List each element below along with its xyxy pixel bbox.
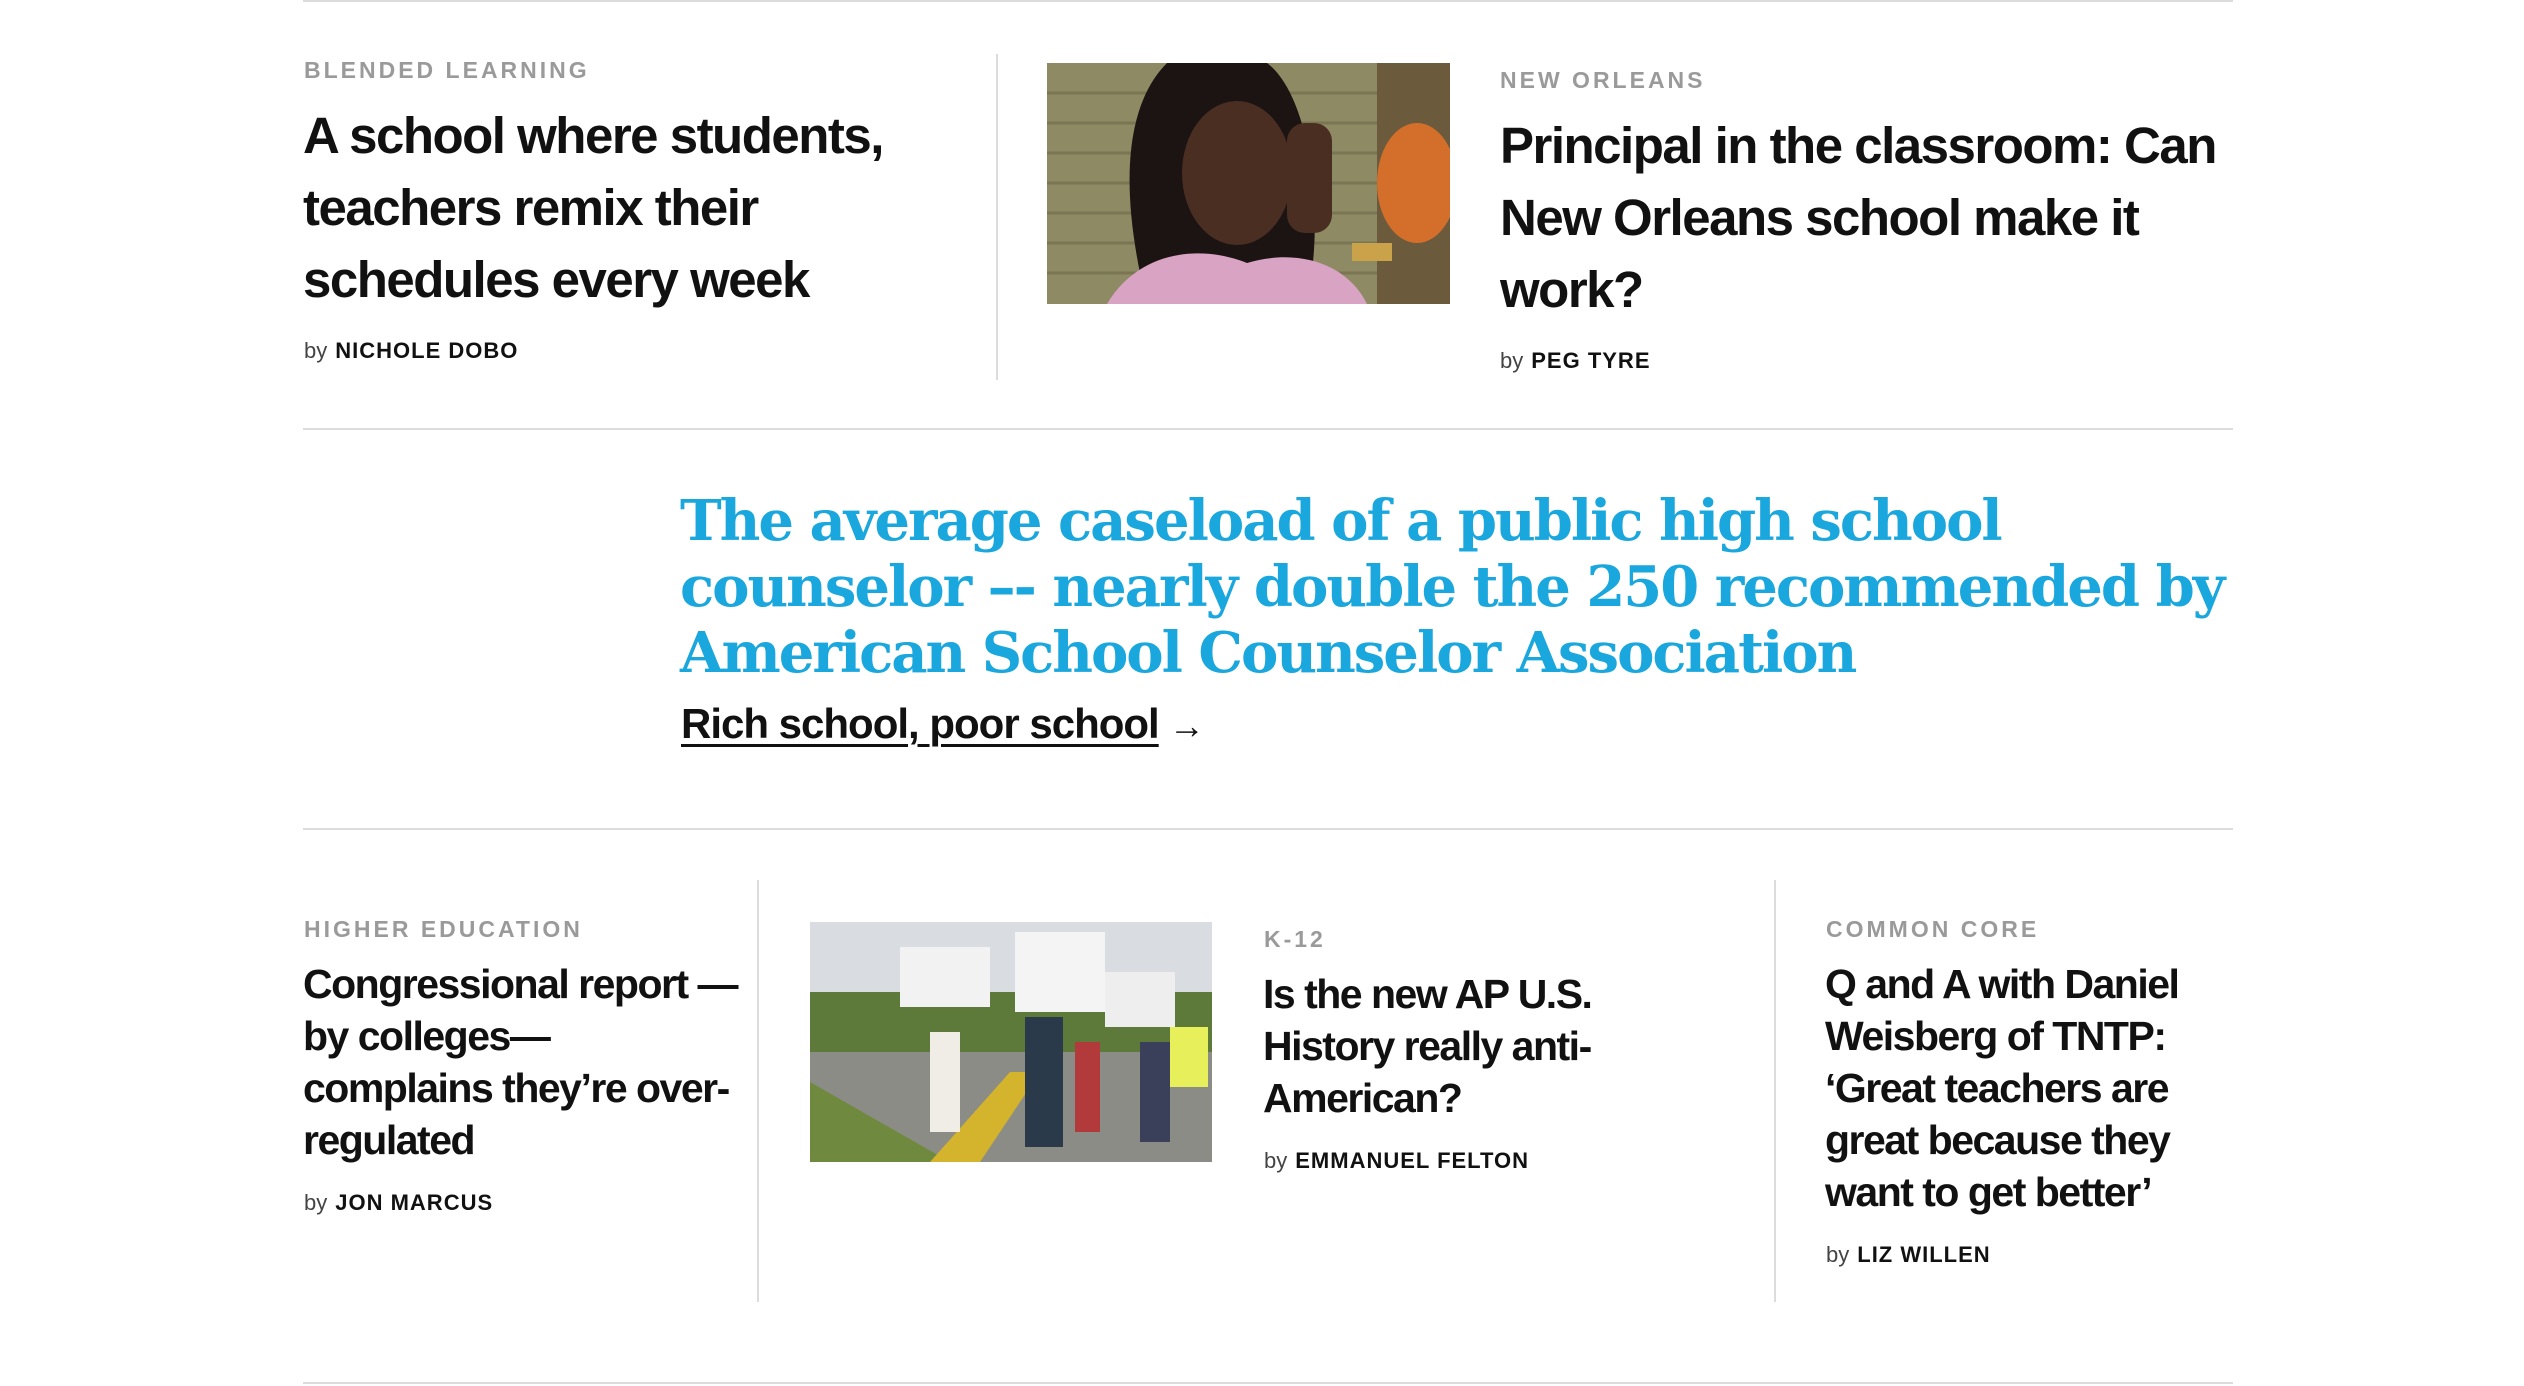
principal-photo-icon [1047, 63, 1450, 304]
author-emmanuel-felton[interactable]: EMMANUEL FELTON [1295, 1148, 1529, 1173]
photo-protest[interactable] [810, 922, 1212, 1162]
author-liz-willen[interactable]: LIZ WILLEN [1857, 1242, 1990, 1267]
callout-quote: The average caseload of a public high sc… [680, 488, 2225, 686]
top-divider [303, 0, 2233, 2]
byline-by: by [1264, 1148, 1288, 1173]
page: BLENDED LEARNING A school where students… [0, 0, 2524, 1386]
kicker-k12[interactable]: K-12 [1264, 926, 1326, 953]
author-jon-marcus[interactable]: JON MARCUS [335, 1190, 493, 1215]
section-divider [303, 828, 2233, 830]
byline-by: by [1826, 1242, 1850, 1267]
kicker-blended-learning[interactable]: BLENDED LEARNING [304, 57, 590, 84]
byline-peg-tyre: by PEG TYRE [1500, 348, 1651, 374]
column-divider [1774, 880, 1776, 1302]
callout-link-text[interactable]: Rich school, poor school [681, 700, 1160, 747]
headline-daniel-weisberg[interactable]: Q and A with Daniel Weisberg of TNTP: ‘G… [1825, 958, 2245, 1218]
byline-nichole-dobo: by NICHOLE DOBO [304, 338, 518, 364]
author-peg-tyre[interactable]: PEG TYRE [1531, 348, 1650, 373]
column-divider [996, 54, 998, 380]
byline-by: by [304, 1190, 328, 1215]
headline-ap-history[interactable]: Is the new AP U.S. History really anti-A… [1263, 968, 1703, 1124]
photo-principal[interactable] [1047, 63, 1450, 304]
kicker-common-core[interactable]: COMMON CORE [1826, 916, 2039, 943]
byline-jon-marcus: by JON MARCUS [304, 1190, 493, 1216]
bottom-divider [303, 1382, 2233, 1384]
kicker-new-orleans[interactable]: NEW ORLEANS [1500, 67, 1706, 94]
headline-principal-classroom[interactable]: Principal in the classroom: Can New Orle… [1500, 110, 2240, 326]
column-divider [757, 880, 759, 1302]
byline-emmanuel-felton: by EMMANUEL FELTON [1264, 1148, 1529, 1174]
section-divider [303, 428, 2233, 430]
byline-by: by [304, 338, 328, 363]
kicker-higher-education[interactable]: HIGHER EDUCATION [304, 916, 583, 943]
arrow-right-icon[interactable]: → [1169, 705, 1205, 746]
callout-link[interactable]: Rich school, poor school → [681, 700, 1205, 748]
byline-by: by [1500, 348, 1524, 373]
headline-congressional-report[interactable]: Congressional report —by colleges— compl… [303, 958, 743, 1166]
headline-school-remix[interactable]: A school where students, teachers remix … [303, 100, 983, 316]
author-nichole-dobo[interactable]: NICHOLE DOBO [335, 338, 518, 363]
byline-liz-willen: by LIZ WILLEN [1826, 1242, 1991, 1268]
protest-photo-icon [810, 922, 1212, 1162]
